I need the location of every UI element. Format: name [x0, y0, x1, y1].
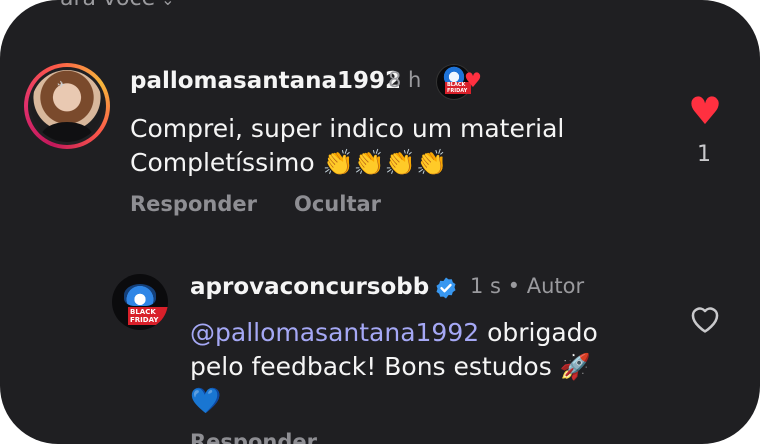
header-cut[interactable]: ara você ⌄	[60, 0, 175, 11]
reply-username[interactable]: aprovaconcursobb	[190, 274, 429, 300]
reply-text-word: pelo feedback! Bons estudos	[190, 352, 552, 381]
reply-button[interactable]: Responder	[190, 430, 317, 444]
avatar[interactable]: BLACK FRIDAY	[112, 274, 168, 330]
heart-filled-icon[interactable]: ♥	[688, 92, 722, 130]
avatar: ✈	[31, 70, 103, 142]
meta-separator: •	[507, 274, 521, 298]
comment-time: 8 h	[388, 68, 422, 92]
reply-text-line2: pelo feedback! Bons estudos 🚀	[190, 350, 591, 384]
comment-text-line2: Completíssimo 👏👏👏👏	[130, 146, 447, 180]
comment-text-word: Completíssimo	[130, 148, 315, 177]
comment-text-line1: Comprei, super indico um material	[130, 114, 565, 143]
clap-emoji: 👏👏👏👏	[322, 148, 448, 177]
author-label: Autor	[526, 274, 585, 298]
blue-heart-emoji: 💙	[190, 386, 222, 415]
avatar-story-ring[interactable]: ✈	[24, 63, 110, 149]
chevron-down-icon: ⌄	[161, 0, 174, 9]
author-liked-heart-icon: ♥	[464, 68, 482, 92]
mention-link[interactable]: @pallomasantana1992	[190, 318, 479, 347]
rocket-emoji: 🚀	[559, 352, 591, 381]
reply-text-line1: @pallomasantana1992 obrigado	[190, 316, 598, 350]
reply-button[interactable]: Responder	[130, 192, 257, 216]
hide-button[interactable]: Ocultar	[294, 192, 381, 216]
comment-username[interactable]: pallomasantana1992	[130, 68, 401, 94]
reply-meta: 1 s • Autor	[470, 274, 584, 298]
heart-outline-icon[interactable]	[688, 302, 722, 334]
reply-text-after-mention: obrigado	[479, 318, 598, 347]
badge-text: BLACK FRIDAY	[128, 307, 168, 325]
reply-time: 1 s	[470, 274, 501, 298]
verified-badge-icon	[436, 277, 456, 299]
comments-panel: ara você ⌄ ✈ pallomasantana1992 8 h BLACK…	[0, 0, 760, 444]
like-count: 1	[697, 142, 711, 167]
header-cut-text: ara você	[60, 0, 155, 11]
